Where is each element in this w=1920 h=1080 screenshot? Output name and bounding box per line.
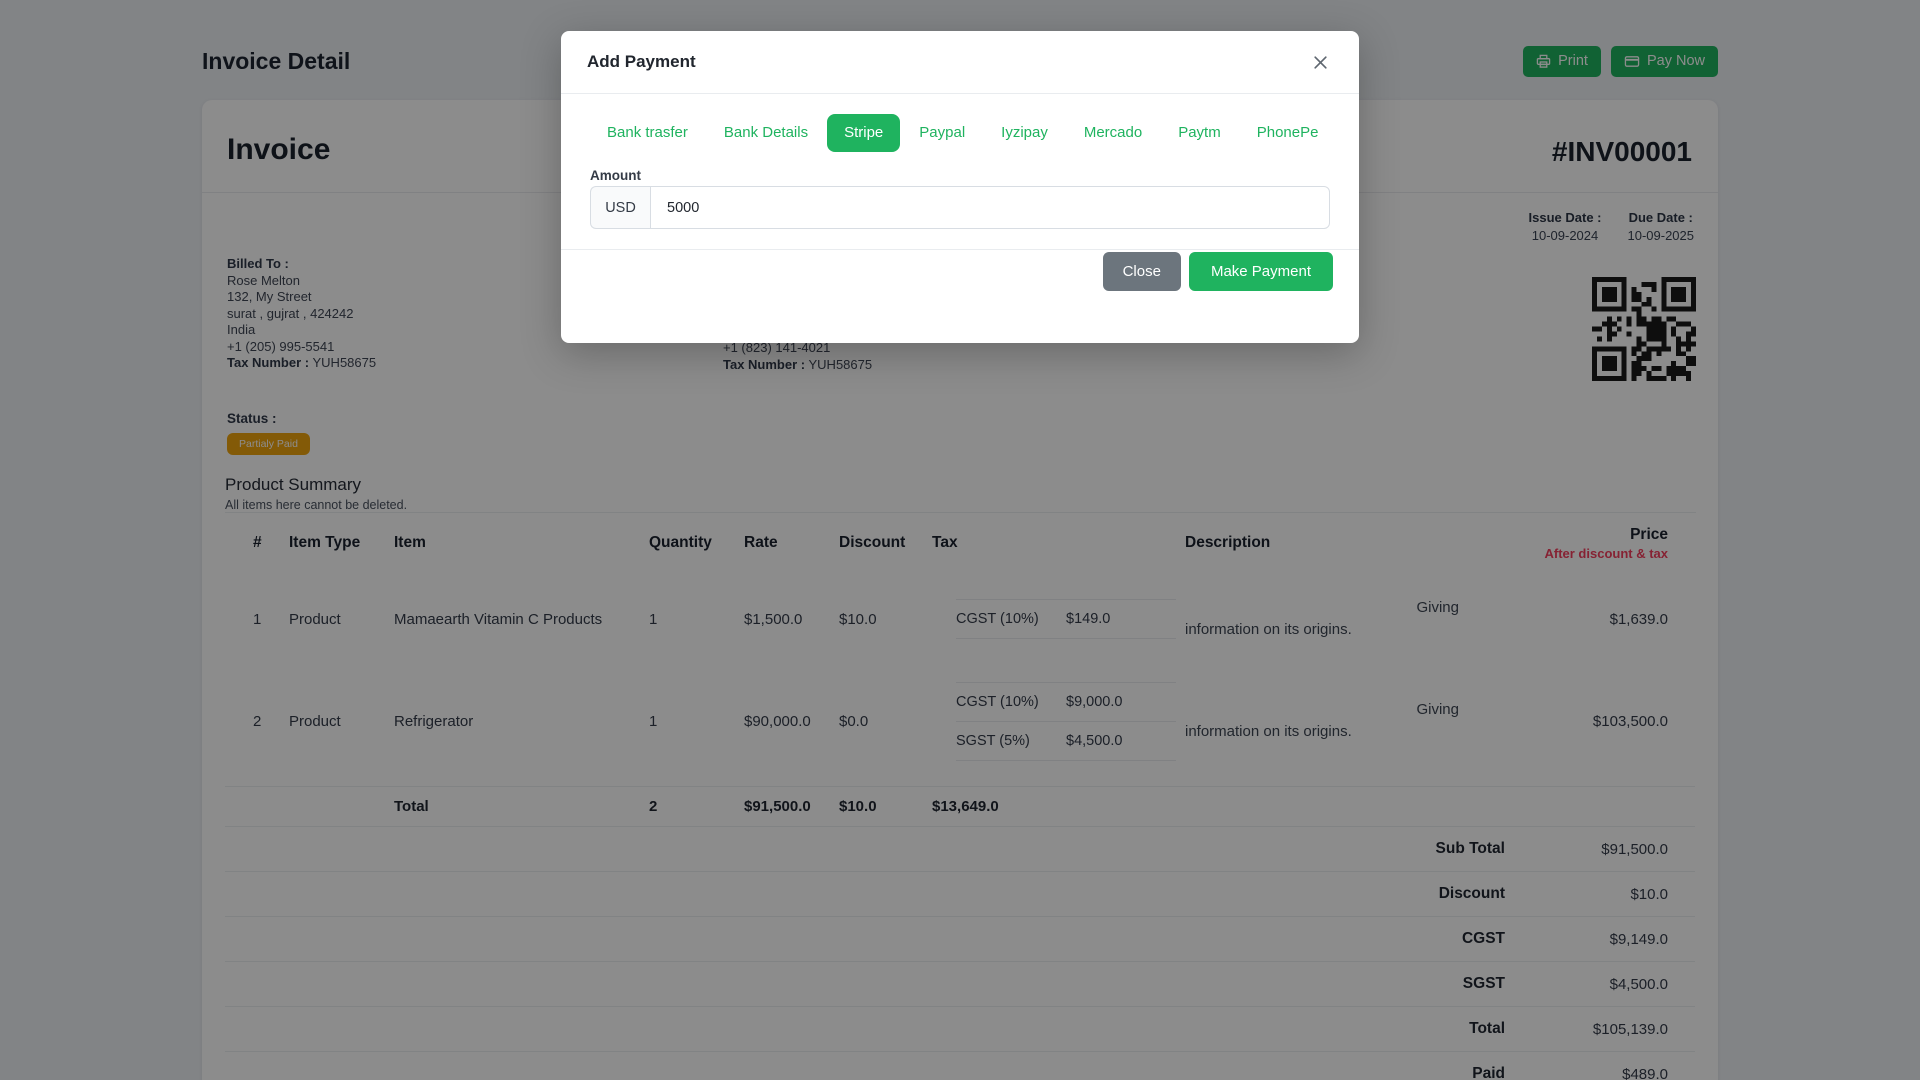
modal-header: Add Payment <box>561 31 1359 94</box>
close-icon[interactable] <box>1308 50 1333 75</box>
payment-method-tabs: Bank trasfer Bank Details Stripe Paypal Iyzi… <box>590 114 1335 152</box>
add-payment-modal: Add Payment Bank trasfer Bank Details Stri… <box>561 31 1359 343</box>
payment-tab-bank-trasfer[interactable]: Bank trasfer <box>590 114 705 152</box>
amount-input-group: USD <box>590 186 1330 229</box>
close-button[interactable]: Close <box>1102 252 1181 291</box>
divider <box>561 249 1359 250</box>
payment-tab-paytm[interactable]: Paytm <box>1161 114 1238 152</box>
payment-tab-stripe[interactable]: Stripe <box>827 114 901 152</box>
modal-footer: Close Make Payment <box>1102 252 1333 291</box>
payment-tab-phonepe[interactable]: PhonePe <box>1240 114 1336 152</box>
payment-tab-mercado[interactable]: Mercado <box>1067 114 1159 152</box>
modal-title: Add Payment <box>587 52 696 71</box>
payment-tab-paypal[interactable]: Paypal <box>902 114 982 152</box>
payment-tab-iyzipay[interactable]: Iyzipay <box>984 114 1065 152</box>
amount-input[interactable] <box>650 186 1330 229</box>
screen: Invoice Detail Print Pay Now Invoice #IN… <box>0 0 1920 1080</box>
amount-label: Amount <box>590 168 641 183</box>
payment-tab-bank-details[interactable]: Bank Details <box>707 114 825 152</box>
make-payment-button[interactable]: Make Payment <box>1188 252 1333 291</box>
currency-prefix: USD <box>590 186 650 229</box>
